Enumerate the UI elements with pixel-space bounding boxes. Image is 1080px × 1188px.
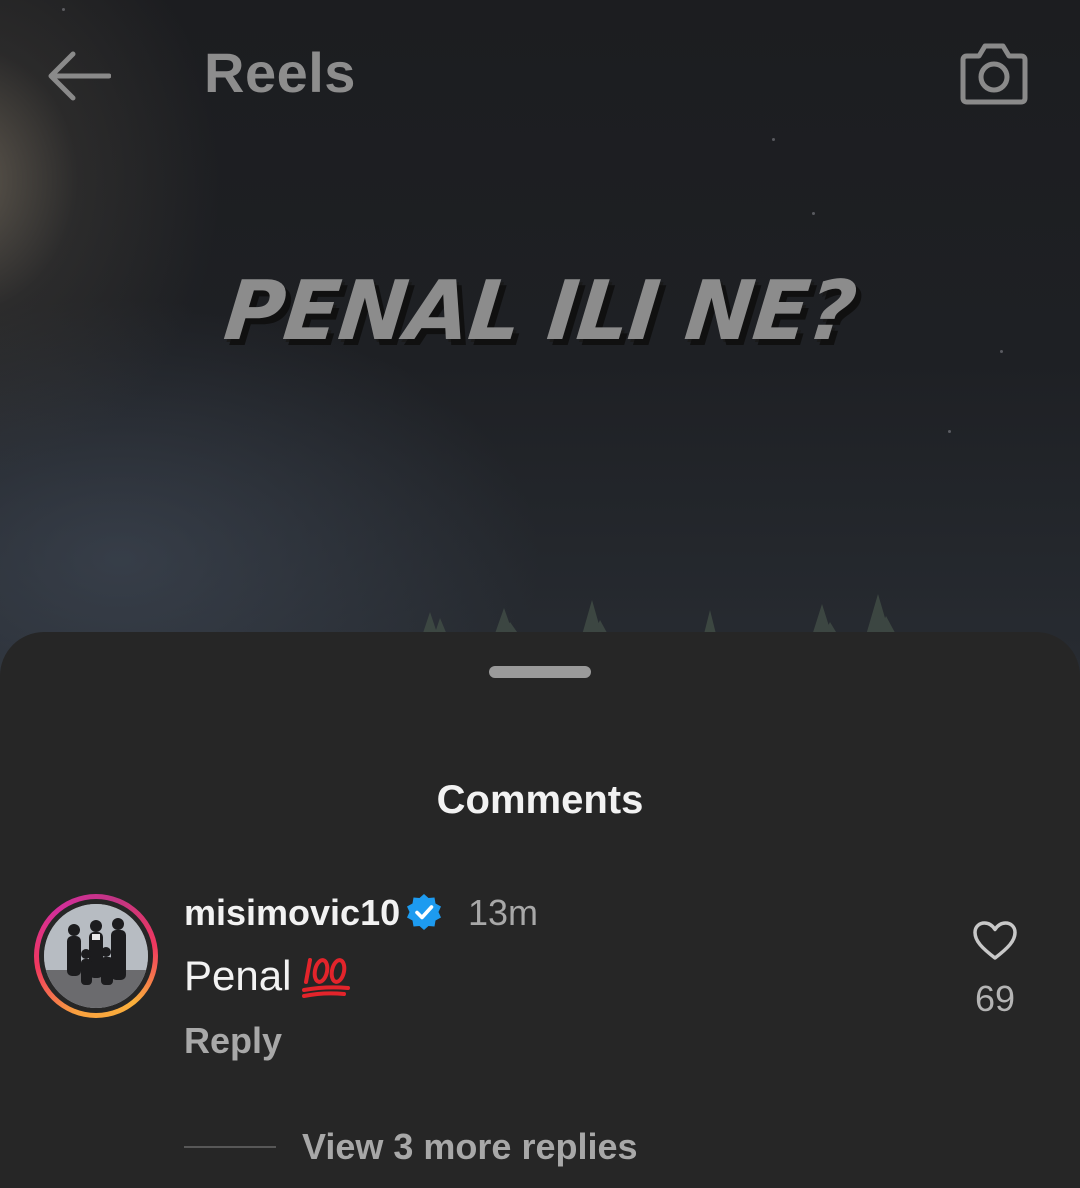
top-bar: Reels: [0, 0, 1080, 150]
camera-button[interactable]: [954, 36, 1034, 110]
hundred-points-emoji-icon: [302, 958, 350, 998]
arrow-left-icon: [48, 51, 111, 101]
like-count: 69: [974, 978, 1016, 1019]
replies-divider-line: [184, 1146, 276, 1148]
reply-button[interactable]: Reply: [184, 1020, 282, 1062]
view-more-replies-label: View 3 more replies: [302, 1126, 638, 1167]
reels-screen: Reels PENAL ILI NE? Comments misimovic10…: [0, 0, 1080, 1188]
view-more-replies-button[interactable]: View 3 more replies: [184, 1122, 638, 1172]
comment-timestamp: 13m: [468, 892, 539, 933]
star-speck: [812, 212, 815, 215]
star-speck: [948, 430, 951, 433]
camera-icon: [960, 43, 1028, 105]
page-title: Reels: [204, 41, 356, 104]
verified-badge-icon: [407, 894, 441, 930]
avatar-photo: [44, 904, 148, 1008]
back-button[interactable]: [40, 44, 116, 108]
like-button[interactable]: [970, 916, 1020, 966]
avatar-frame: [39, 899, 153, 1013]
comment-username[interactable]: misimovic10: [184, 892, 400, 934]
comment-item: misimovic10 13m Penal Reply 69 View 3 mo…: [0, 890, 1080, 1188]
heart-icon: [973, 921, 1017, 960]
family-photo-icon: [44, 904, 148, 1008]
sheet-drag-handle[interactable]: [489, 666, 591, 678]
avatar[interactable]: [34, 894, 158, 1018]
comment-text: Penal: [184, 952, 292, 999]
video-overlay-text: PENAL ILI NE?: [219, 264, 861, 359]
comments-title: Comments: [436, 778, 644, 822]
comments-sheet: Comments misimovic10 13m Penal Reply 69 …: [0, 632, 1080, 1188]
